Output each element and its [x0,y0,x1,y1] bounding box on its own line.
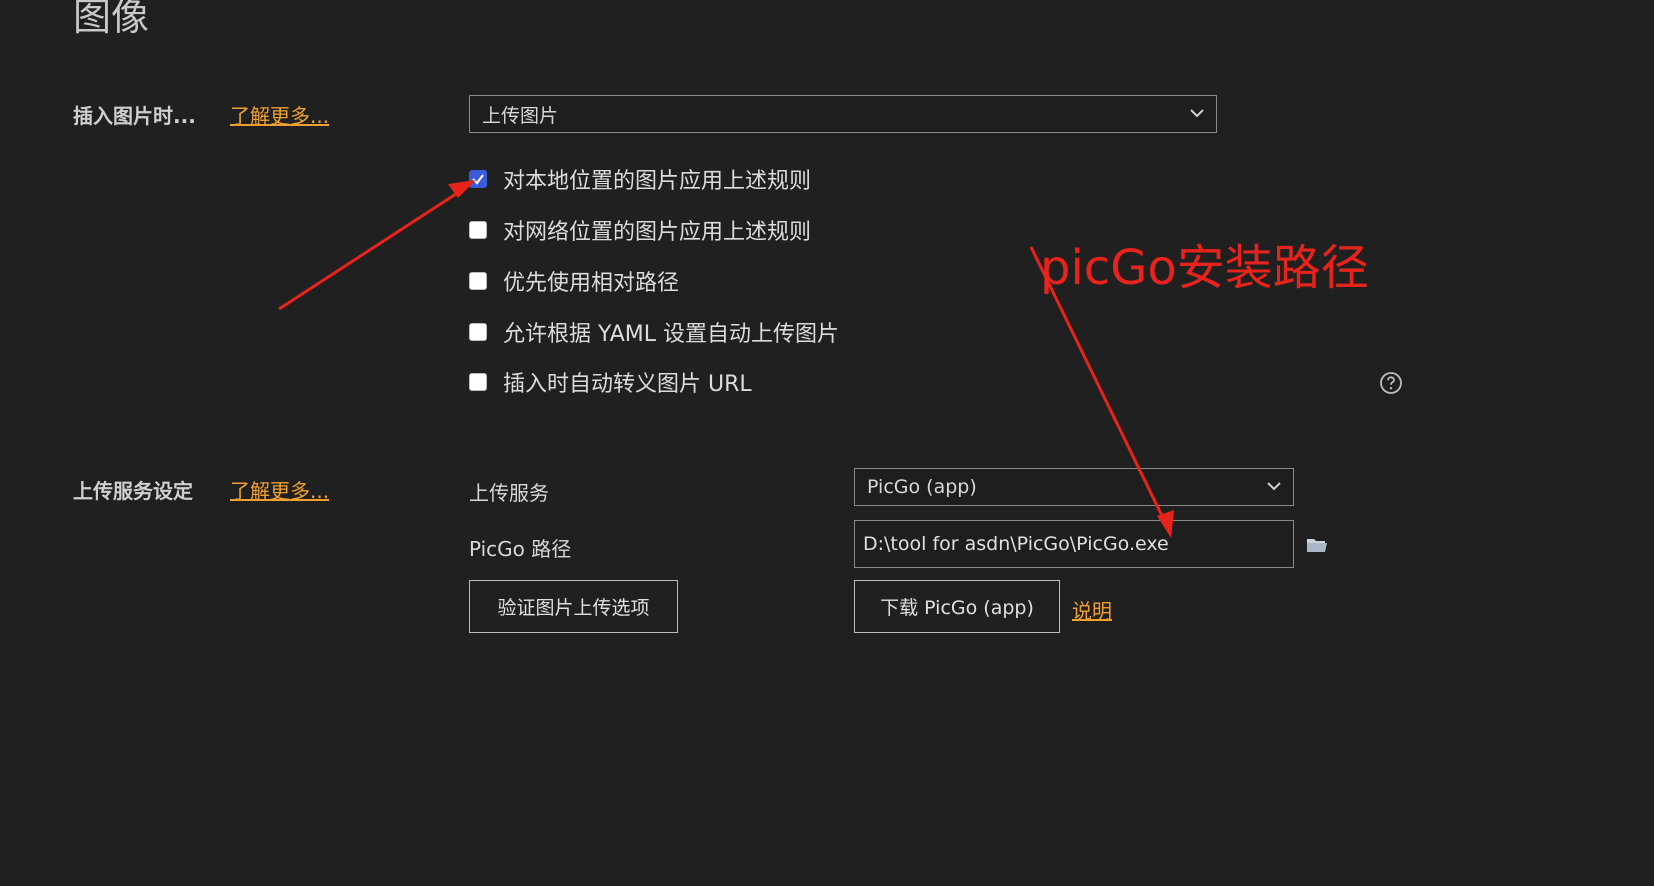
option-yaml-auto-upload[interactable]: 允许根据 YAML 设置自动上传图片 [469,318,840,347]
upload-learn-more-link[interactable]: 了解更多... [230,475,329,504]
option-local-images[interactable]: 对本地位置的图片应用上述规则 [469,165,812,194]
checkmark-icon [472,174,484,185]
section-title: 图像 [73,0,150,39]
folder-icon[interactable] [1306,536,1328,554]
checkbox-network-images[interactable] [469,221,487,239]
checkbox-relative-path[interactable] [469,272,487,290]
annotation-label: picGo安装路径 [1040,240,1369,296]
upload-service-select[interactable]: PicGo (app) [854,468,1294,506]
download-picgo-button[interactable]: 下载 PicGo (app) [854,580,1060,633]
option-network-images[interactable]: 对网络位置的图片应用上述规则 [469,216,812,245]
checkbox-escape-url[interactable] [469,373,487,391]
insert-image-label: 插入图片时... [73,104,196,128]
chevron-down-icon [1190,109,1204,118]
upload-service-settings-label: 上传服务设定 [73,479,193,503]
verify-upload-button[interactable]: 验证图片上传选项 [469,580,678,633]
option-label: 优先使用相对路径 [503,271,680,296]
question-circle-icon[interactable] [1379,371,1403,395]
instructions-link[interactable]: 说明 [1072,595,1112,624]
insert-action-value: 上传图片 [482,104,559,127]
insert-learn-more-link[interactable]: 了解更多... [230,100,329,129]
upload-service-label: 上传服务 [469,481,549,505]
option-relative-path[interactable]: 优先使用相对路径 [469,267,680,296]
picgo-path-label: PicGo 路径 [469,537,572,561]
option-label: 对本地位置的图片应用上述规则 [503,169,812,194]
upload-service-value: PicGo (app) [867,476,977,498]
chevron-down-icon [1267,482,1281,491]
arrow-to-checkbox [278,188,463,311]
option-label: 插入时自动转义图片 URL [503,372,752,397]
insert-action-select[interactable]: 上传图片 [469,95,1217,133]
picgo-path-input[interactable]: D:\tool for asdn\PicGo\PicGo.exe [854,520,1294,568]
option-label: 对网络位置的图片应用上述规则 [503,220,812,245]
option-escape-url[interactable]: 插入时自动转义图片 URL [469,368,752,397]
checkbox-local-images[interactable] [469,170,487,188]
checkbox-yaml-auto-upload[interactable] [469,323,487,341]
option-label: 允许根据 YAML 设置自动上传图片 [503,322,840,347]
settings-page: 图像 插入图片时... 了解更多... 上传图片 对本地位置的图片应用上述规则 … [0,0,1654,886]
